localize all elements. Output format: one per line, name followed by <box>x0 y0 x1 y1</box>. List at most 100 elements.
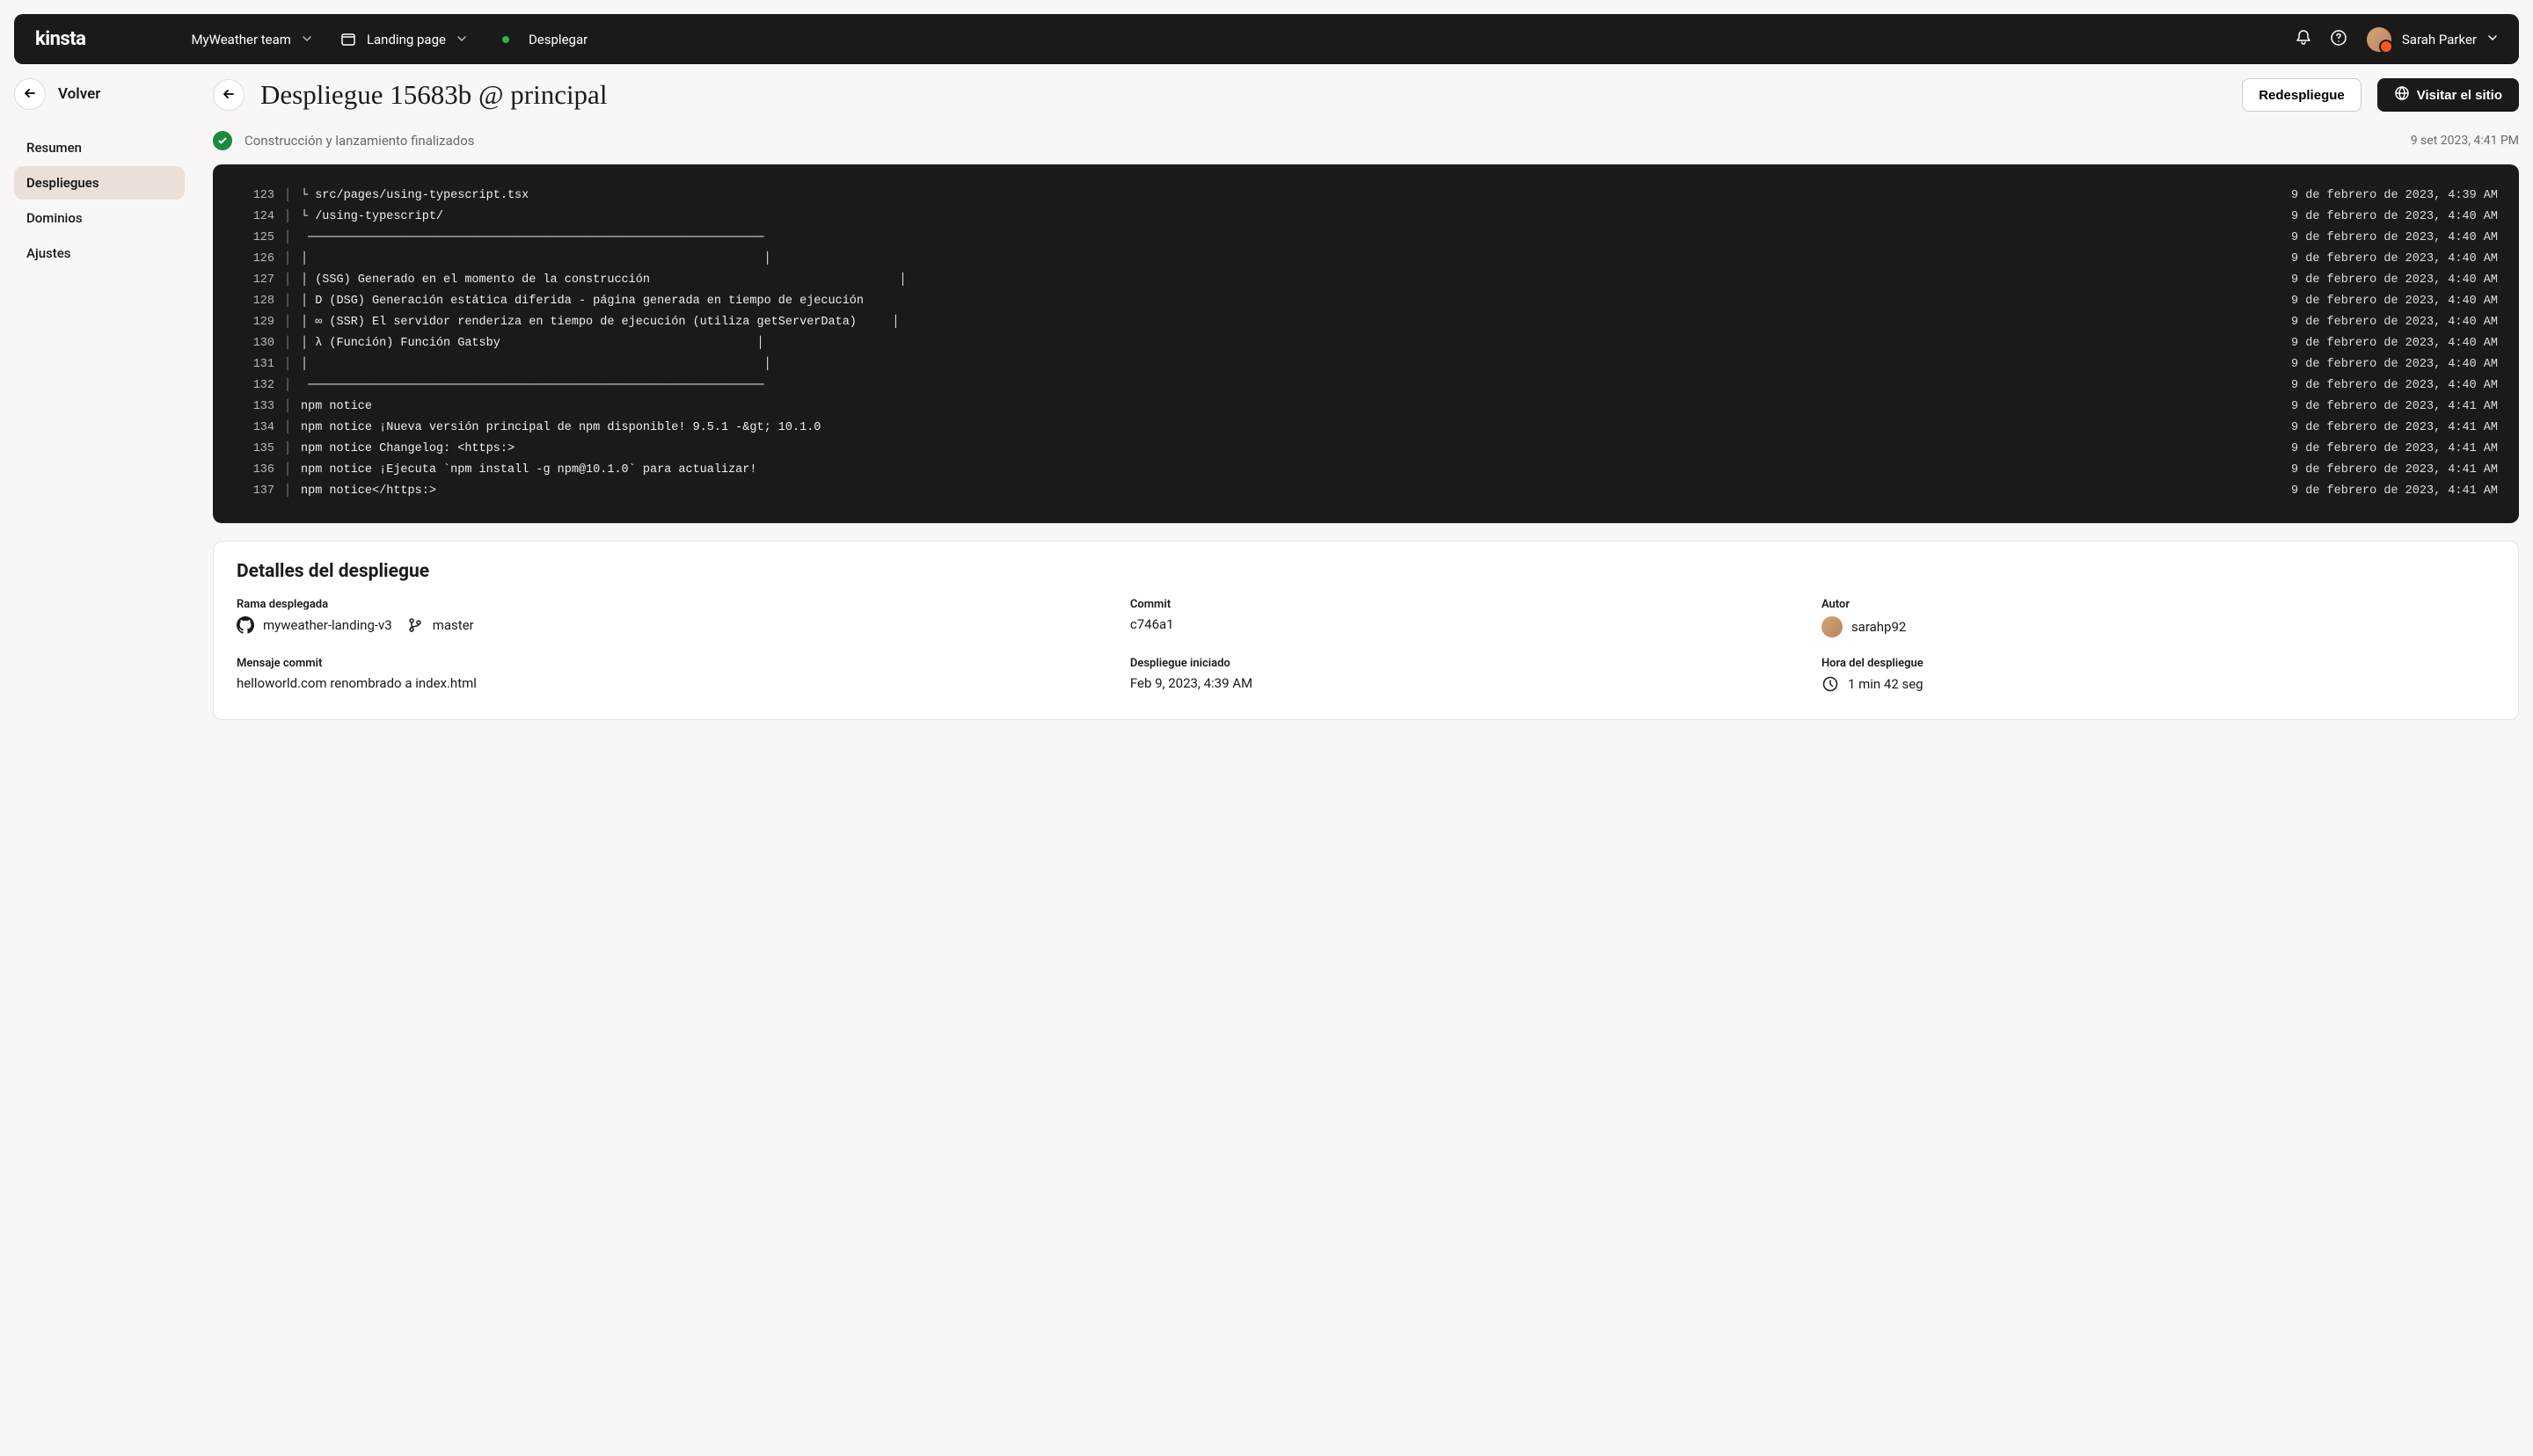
page-name: Landing page <box>367 32 446 47</box>
notifications-button[interactable] <box>2286 22 2321 57</box>
back-label: Volver <box>58 85 100 103</box>
log-row: 123│└ src/pages/using-typescript.tsx 9 de… <box>234 186 2498 207</box>
back-circle-button[interactable] <box>213 79 245 111</box>
log-row: 126││ │9 de febrero de 2023, 4:40 AM <box>234 249 2498 270</box>
commit-message: helloworld.com renombrado a index.html <box>237 675 1113 691</box>
log-separator: │ <box>274 439 301 460</box>
log-lineno: 130 <box>234 333 274 354</box>
detail-label: Rama desplegada <box>237 598 1113 611</box>
log-timestamp: 9 de febrero de 2023, 4:41 AM <box>2291 418 2498 439</box>
log-lineno: 135 <box>234 439 274 460</box>
log-content: npm notice <box>301 397 2274 418</box>
branch-name: master <box>433 617 474 633</box>
log-row: 132│ ───────────────────────────────────… <box>234 375 2498 397</box>
log-row: 128││ D (DSG) Generación estática diferi… <box>234 291 2498 312</box>
log-row: 129││ ∞ (SSR) El servidor renderiza en t… <box>234 312 2498 333</box>
log-content: │ ∞ (SSR) El servidor renderiza en tiemp… <box>301 312 2274 333</box>
author-avatar <box>1821 616 1843 637</box>
detail-label: Despliegue iniciado <box>1130 657 1804 670</box>
log-timestamp: 9 de febrero de 2023, 4:41 AM <box>2291 439 2498 460</box>
log-row: 137│npm notice</https:>9 de febrero de 2… <box>234 481 2498 502</box>
detail-started: Despliegue iniciado Feb 9, 2023, 4:39 AM <box>1130 657 1804 693</box>
log-timestamp: 9 de febrero de 2023, 4:41 AM <box>2291 460 2498 481</box>
chevron-down-icon <box>302 32 312 47</box>
build-status-text: Construcción y lanzamiento finalizados <box>245 133 475 149</box>
repo-name: myweather-landing-v3 <box>263 617 392 633</box>
branch-icon <box>406 616 424 634</box>
duration-value: 1 min 42 seg <box>1848 676 1923 692</box>
log-timestamp: 9 de febrero de 2023, 4:40 AM <box>2291 207 2498 228</box>
sidebar: Volver ResumenDesplieguesDominiosAjustes <box>14 78 185 720</box>
avatar <box>2367 27 2391 52</box>
log-separator: │ <box>274 207 301 228</box>
log-separator: │ <box>274 333 301 354</box>
log-content: ────────────────────────────────────────… <box>301 375 2274 397</box>
log-lineno: 127 <box>234 270 274 291</box>
log-content: │ │ <box>301 249 2274 270</box>
deployment-details-card: Detalles del despliegue Rama desplegada … <box>213 541 2519 720</box>
log-content: ────────────────────────────────────────… <box>301 228 2274 249</box>
log-separator: │ <box>274 186 301 207</box>
log-timestamp: 9 de febrero de 2023, 4:40 AM <box>2291 270 2498 291</box>
commit-hash: c746a1 <box>1130 616 1804 632</box>
log-separator: │ <box>274 291 301 312</box>
deploy-status-label: Desplegar <box>529 32 588 47</box>
log-separator: │ <box>274 270 301 291</box>
log-row: 136│npm notice ¡Ejecuta `npm install -g … <box>234 460 2498 481</box>
sidebar-item-ajustes[interactable]: Ajustes <box>14 237 185 270</box>
log-row: 133│npm notice 9 de febrero de 2023, 4:41… <box>234 397 2498 418</box>
log-timestamp: 9 de febrero de 2023, 4:41 AM <box>2291 397 2498 418</box>
chevron-down-icon <box>2487 33 2498 47</box>
sidebar-item-dominios[interactable]: Dominios <box>14 201 185 235</box>
build-status-time: 9 set 2023, 4:41 PM <box>2411 134 2519 148</box>
build-log: 123│└ src/pages/using-typescript.tsx9 de… <box>213 164 2519 523</box>
detail-duration: Hora del despliegue 1 min 42 seg <box>1821 657 2495 693</box>
detail-label: Commit <box>1130 598 1804 611</box>
log-timestamp: 9 de febrero de 2023, 4:40 AM <box>2291 291 2498 312</box>
sidebar-item-despliegues[interactable]: Despliegues <box>14 166 185 200</box>
status-dot-icon <box>502 36 509 43</box>
log-lineno: 129 <box>234 312 274 333</box>
build-status-row: Construcción y lanzamiento finalizados 9… <box>213 131 2519 150</box>
log-separator: │ <box>274 354 301 375</box>
page-selector[interactable]: Landing page <box>340 32 467 47</box>
arrow-left-icon <box>221 86 237 105</box>
detail-commit: Commit c746a1 <box>1130 598 1804 637</box>
log-content: npm notice ¡Nueva versión principal de n… <box>301 418 2274 439</box>
log-lineno: 133 <box>234 397 274 418</box>
visit-site-button[interactable]: Visitar el sitio <box>2377 78 2519 112</box>
log-lineno: 125 <box>234 228 274 249</box>
team-selector[interactable]: MyWeather team <box>191 32 312 47</box>
redeploy-button[interactable]: Redespliegue <box>2242 78 2361 112</box>
log-row: 125│ ───────────────────────────────────… <box>234 228 2498 249</box>
log-content: │ λ (Función) Función Gatsby │ <box>301 333 2274 354</box>
log-lineno: 123 <box>234 186 274 207</box>
team-name: MyWeather team <box>191 32 291 47</box>
user-menu[interactable]: Sarah Parker <box>2367 27 2498 52</box>
log-lineno: 131 <box>234 354 274 375</box>
log-timestamp: 9 de febrero de 2023, 4:40 AM <box>2291 354 2498 375</box>
log-content: └ src/pages/using-typescript.tsx <box>301 186 2274 207</box>
log-separator: │ <box>274 460 301 481</box>
deploy-status[interactable]: Desplegar <box>502 32 588 47</box>
user-name: Sarah Parker <box>2402 32 2477 47</box>
log-timestamp: 9 de febrero de 2023, 4:40 AM <box>2291 333 2498 354</box>
detail-label: Autor <box>1821 598 2495 611</box>
log-lineno: 136 <box>234 460 274 481</box>
arrow-left-icon <box>22 85 38 104</box>
log-separator: │ <box>274 397 301 418</box>
sidebar-item-resumen[interactable]: Resumen <box>14 131 185 164</box>
log-timestamp: 9 de febrero de 2023, 4:39 AM <box>2291 186 2498 207</box>
log-timestamp: 9 de febrero de 2023, 4:40 AM <box>2291 228 2498 249</box>
started-time: Feb 9, 2023, 4:39 AM <box>1130 675 1804 691</box>
topbar: kinsta MyWeather team Landing page Despl… <box>14 14 2519 64</box>
bell-icon <box>2295 29 2312 50</box>
log-separator: │ <box>274 375 301 397</box>
log-content: npm notice Changelog: <https:> <box>301 439 2274 460</box>
back-button[interactable] <box>14 78 46 110</box>
log-content: └ /using-typescript/ <box>301 207 2274 228</box>
log-row: 134│npm notice ¡Nueva versión principal … <box>234 418 2498 439</box>
log-timestamp: 9 de febrero de 2023, 4:41 AM <box>2291 481 2498 502</box>
help-button[interactable] <box>2321 22 2356 57</box>
log-lineno: 132 <box>234 375 274 397</box>
